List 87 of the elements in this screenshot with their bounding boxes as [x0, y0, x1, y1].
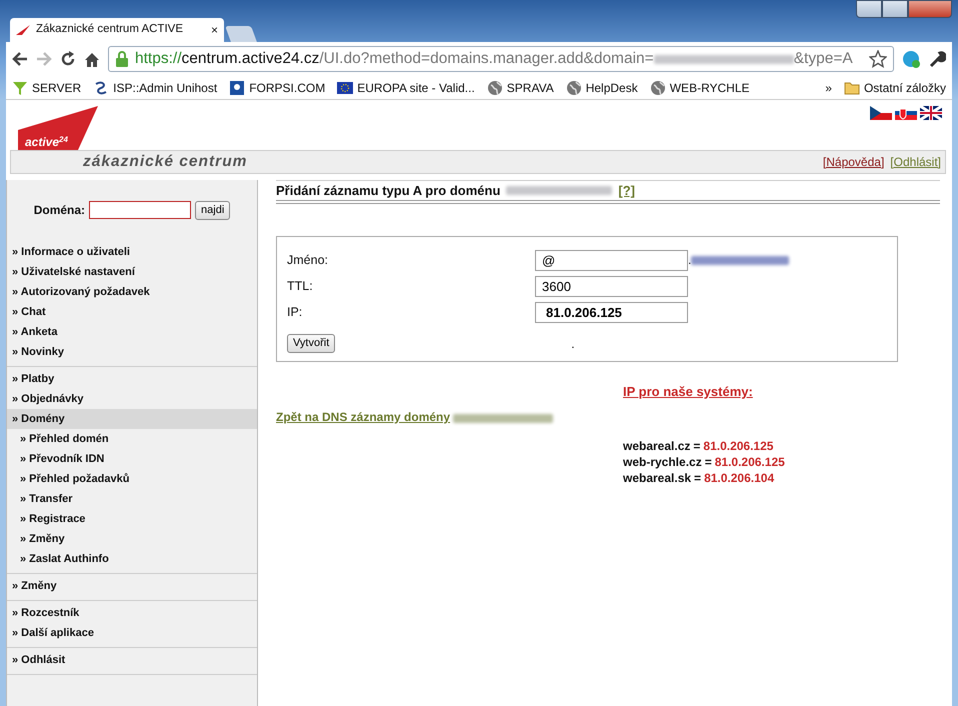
back-link[interactable]: Zpět na DNS záznamy domény	[276, 408, 450, 426]
header-link[interactable]: [Odhlásit]	[890, 153, 941, 171]
sidebar-item[interactable]: » Odhlásit	[7, 650, 257, 670]
field-label: Jméno:	[287, 252, 329, 269]
equals-text: =	[693, 438, 700, 454]
sidebar-item[interactable]: » Platby	[7, 369, 257, 389]
browser-tab[interactable]: Zákaznické centrum ACTIVE ×	[10, 18, 224, 42]
maximize-button[interactable]	[882, 0, 908, 18]
domain-dot-text: .	[688, 252, 692, 269]
sidebar-item[interactable]: » Registrace	[7, 509, 257, 529]
sidebar-item[interactable]: » Informace o uživateli	[7, 242, 257, 262]
bookmark-link[interactable]: EUROPA site - Valid...	[357, 78, 475, 96]
sidebar-item[interactable]: » Přehled domén	[7, 429, 257, 449]
ip-address-text: 81.0.206.125	[703, 438, 774, 454]
tab-title: Zákaznické centrum ACTIVE	[36, 22, 184, 38]
back-icon[interactable]	[12, 52, 28, 66]
sidebar-item[interactable]: » Domény	[7, 409, 257, 429]
sidebar-item[interactable]: » Transfer	[7, 489, 257, 509]
sidebar-item[interactable]: » Rozcestník	[7, 603, 257, 623]
help-link[interactable]: [?]	[618, 180, 635, 200]
sidebar-item[interactable]: » Uživatelské nastavení	[7, 262, 257, 282]
globe-icon	[486, 80, 503, 96]
url-path: /UI.do?method=domains.manager.add&domain=	[319, 49, 654, 70]
globe-icon	[650, 80, 666, 96]
address-bar[interactable]: https://centrum.active24.cz/UI.do?method=domains.manager.add&domain= &type=A	[108, 46, 894, 72]
folder-icon	[844, 80, 860, 94]
flag-icon[interactable]	[870, 106, 892, 120]
wrench-icon[interactable]	[928, 50, 946, 68]
sidebar-item[interactable]: » Další aplikace	[7, 623, 257, 643]
other-bookmarks-button[interactable]: Ostatní záložky	[864, 78, 946, 96]
input-field[interactable]: 81.0.206.125	[535, 302, 688, 322]
close-button[interactable]	[908, 0, 952, 18]
square-logo-icon	[229, 80, 246, 96]
host-text: web-rychle.cz	[623, 454, 702, 470]
bookmark-link[interactable]: ISP::Admin Unihost	[113, 78, 218, 96]
create-button[interactable]: Vytvořit	[287, 334, 336, 353]
sidebar-item[interactable]: » Objednávky	[7, 389, 257, 409]
sidebar-item[interactable]: » Anketa	[7, 322, 257, 342]
field-label: IP:	[287, 304, 304, 321]
bookmark-link[interactable]: WEB-RYCHLE	[670, 78, 750, 96]
bookmarks-overflow-button[interactable]: »	[825, 78, 832, 96]
field-label: Doména:	[34, 202, 86, 219]
equals-text: =	[704, 454, 712, 470]
sidebar-item[interactable]: » Změny	[7, 529, 257, 549]
swoosh-icon	[16, 25, 30, 35]
funnel-icon	[12, 80, 28, 96]
search-field[interactable]	[89, 201, 192, 219]
bookmark-link[interactable]: HelpDesk	[586, 78, 638, 96]
host-text: webareal.cz	[623, 438, 690, 454]
sidebar-item[interactable]: » Zaslat Authinfo	[7, 549, 257, 569]
flag-icon	[337, 80, 354, 96]
form-title: Přidání záznamu typu A pro doménu	[276, 182, 500, 200]
ip-address-text: 81.0.206.125	[714, 454, 785, 470]
equals-text: =	[694, 470, 702, 486]
url-query: &type=A	[794, 49, 853, 70]
info-heading: IP pro naše systémy:	[623, 383, 754, 401]
input-field[interactable]: 3600	[535, 276, 688, 296]
sidebar-item[interactable]: » Novinky	[7, 342, 257, 362]
header-link[interactable]: [Nápověda]	[822, 153, 884, 171]
home-icon[interactable]	[84, 52, 100, 66]
url-host: centrum.active24.cz	[182, 49, 320, 70]
input-field[interactable]: @	[535, 250, 688, 270]
sidebar-item[interactable]: » Chat	[7, 302, 257, 322]
brand-logo-text: active$^{24}$	[25, 134, 68, 151]
lock-icon	[115, 51, 129, 67]
sidebar-item[interactable]: » Autorizovaný požadavek	[7, 282, 257, 302]
reload-icon[interactable]	[60, 51, 76, 67]
globe-icon	[566, 80, 582, 96]
swirl-icon	[93, 80, 110, 96]
tagline-text: zákaznické centrum	[83, 152, 248, 172]
sidebar-item[interactable]: » Přehled požadavků	[7, 469, 257, 489]
new-tab-button[interactable]	[225, 26, 257, 42]
field-label: TTL:	[287, 278, 314, 295]
sidebar-item[interactable]: » Změny	[7, 576, 257, 596]
tab-close-button[interactable]: ×	[210, 21, 218, 39]
bookmark-link[interactable]: SERVER	[32, 78, 82, 96]
search-button[interactable]: najdi	[195, 200, 230, 220]
minimize-button[interactable]	[856, 0, 882, 18]
bookmark-link[interactable]: SPRAVA	[506, 78, 554, 96]
bookmark-link[interactable]: FORPSI.COM	[249, 78, 326, 96]
ip-address-text: 81.0.206.104	[704, 470, 774, 486]
host-text: webareal.sk	[623, 470, 692, 486]
star-icon[interactable]	[869, 50, 887, 68]
flag-icon[interactable]	[920, 106, 942, 120]
sidebar-item[interactable]: » Převodník IDN	[7, 449, 257, 469]
dot-text: .	[571, 336, 575, 353]
url-scheme: https://	[135, 49, 182, 70]
